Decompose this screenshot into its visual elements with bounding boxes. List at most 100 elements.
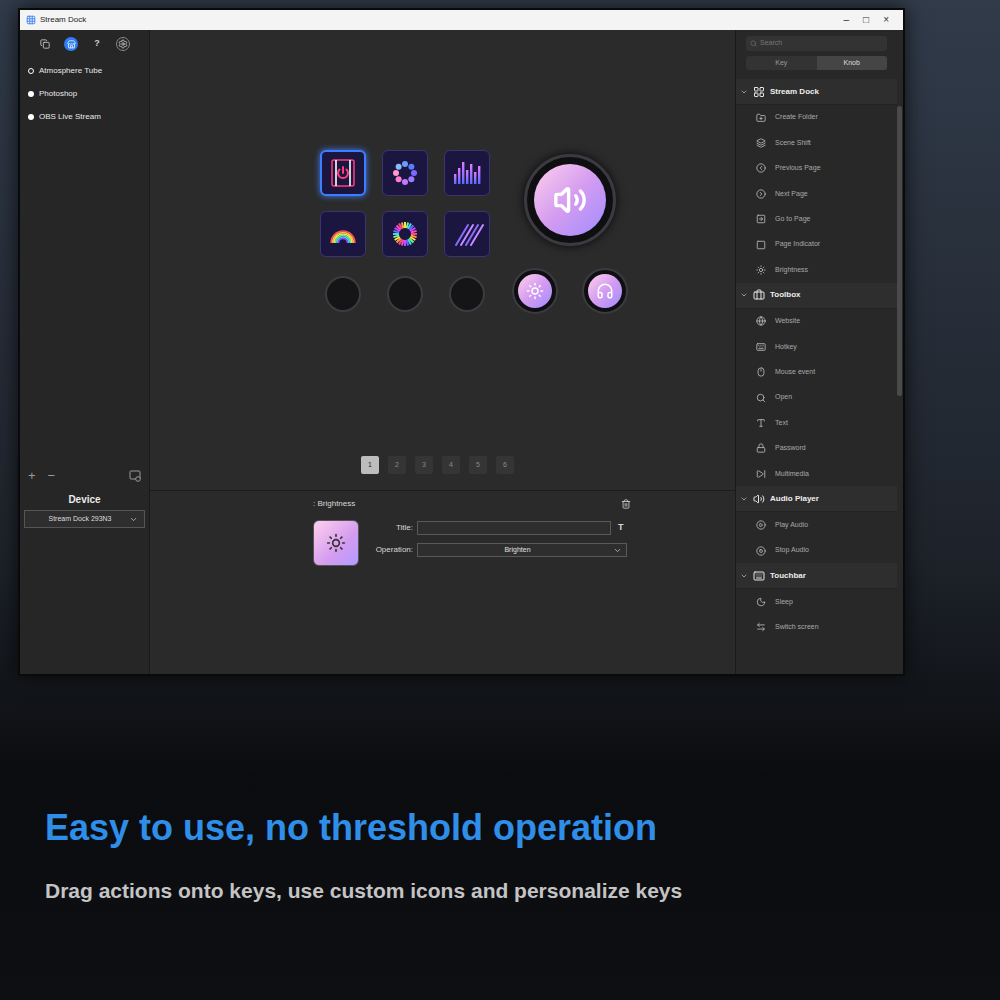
key[interactable]: [382, 150, 428, 196]
profile-sidebar: ? Atmosphere Tube Photoshop OBS Live Stream…: [20, 30, 150, 674]
scrollbar: [897, 30, 903, 674]
action-item[interactable]: Multimedia: [736, 461, 897, 486]
action-item[interactable]: Play Audio: [736, 512, 897, 537]
action-item[interactable]: Website: [736, 309, 897, 334]
toolbar-button[interactable]: ?: [90, 37, 104, 51]
page-button[interactable]: 5: [469, 456, 487, 474]
website-icon: [756, 316, 766, 326]
monitor: Stream Dock – □ ×? Atmosphere Tube Photoshop O…: [0, 0, 1000, 690]
page-button[interactable]: 2: [388, 456, 406, 474]
search-field[interactable]: Search: [746, 36, 887, 51]
action-item[interactable]: Scene Shift: [736, 130, 897, 155]
page-selector: 123456: [150, 456, 735, 490]
key[interactable]: [320, 150, 366, 196]
password-icon: [756, 443, 766, 453]
action-item[interactable]: Stop Audio: [736, 538, 897, 563]
device-settings-icon[interactable]: [129, 470, 141, 482]
headline: Easy to use, no threshold operation: [45, 805, 1000, 851]
device-select[interactable]: Stream Dock 293N3: [24, 510, 145, 528]
brightness-icon: [526, 282, 544, 300]
subline: Drag actions onto keys, use custom icons…: [45, 877, 1000, 905]
window-control[interactable]: □: [863, 15, 869, 25]
equalizer-icon: [450, 156, 484, 190]
page-button[interactable]: 4: [442, 456, 460, 474]
search-icon: [750, 40, 757, 47]
page-button[interactable]: 1: [361, 456, 379, 474]
knob[interactable]: [582, 268, 628, 314]
action-item[interactable]: Previous Page: [736, 156, 897, 181]
action-item[interactable]: Sleep: [736, 589, 897, 614]
action-groups: Stream DockCreate FolderScene ShiftPrevi…: [736, 79, 897, 640]
prev-icon: [756, 163, 766, 173]
knob[interactable]: [524, 154, 616, 246]
title-bar: Stream Dock – □ ×: [20, 10, 903, 30]
button-row: [320, 276, 490, 312]
trash-icon[interactable]: [621, 499, 631, 509]
app-window: Stream Dock – □ ×? Atmosphere Tube Photoshop O…: [18, 8, 905, 676]
action-item[interactable]: Open: [736, 385, 897, 410]
profile-action-button[interactable]: +: [28, 469, 36, 482]
chevron-down-icon: [740, 291, 748, 299]
chevron-down-icon: [129, 515, 138, 524]
group-icon: [753, 493, 765, 505]
action-item[interactable]: Switch screen: [736, 615, 897, 640]
action-tab[interactable]: Key: [746, 56, 817, 70]
group-header[interactable]: Audio Player: [736, 486, 897, 512]
window-title: Stream Dock: [40, 14, 86, 26]
action-item[interactable]: Password: [736, 436, 897, 461]
action-item[interactable]: Text: [736, 410, 897, 435]
profile-item[interactable]: Photoshop: [28, 87, 149, 100]
play-icon: [756, 520, 766, 530]
page-button[interactable]: 3: [415, 456, 433, 474]
key-grid: [320, 150, 490, 257]
streaks-icon: [450, 217, 484, 251]
profile-item[interactable]: OBS Live Stream: [28, 110, 149, 123]
group-header[interactable]: Toolbox: [736, 283, 897, 309]
round-button[interactable]: [449, 276, 485, 312]
properties-title: : Brightness: [313, 498, 355, 510]
action-item[interactable]: Brightness: [736, 257, 897, 282]
action-tab[interactable]: Knob: [817, 56, 888, 70]
scrollbar-thumb[interactable]: [897, 106, 902, 396]
action-item[interactable]: Page Indicator: [736, 232, 897, 257]
round-button[interactable]: [387, 276, 423, 312]
page-button[interactable]: 6: [496, 456, 514, 474]
group-header[interactable]: Touchbar: [736, 563, 897, 589]
key[interactable]: [320, 211, 366, 257]
sleep-icon: [756, 597, 766, 607]
hotkey-icon: [756, 342, 766, 352]
action-item[interactable]: Mouse event: [736, 360, 897, 385]
action-group: TouchbarSleepSwitch screen: [736, 563, 897, 640]
text-icon: [756, 418, 766, 428]
action-item[interactable]: Next Page: [736, 181, 897, 206]
key[interactable]: [444, 211, 490, 257]
window-control[interactable]: ×: [883, 15, 889, 25]
open-icon: [756, 393, 766, 403]
switch-icon: [756, 622, 766, 632]
action-item[interactable]: Create Folder: [736, 105, 897, 130]
stop-icon: [756, 546, 766, 556]
round-button[interactable]: [325, 276, 361, 312]
profile-item[interactable]: Atmosphere Tube: [28, 64, 149, 77]
key[interactable]: [382, 211, 428, 257]
operation-select[interactable]: Brighten: [417, 543, 627, 557]
toolbar-button[interactable]: [38, 37, 52, 51]
chevron-down-icon: [740, 495, 748, 503]
group-header[interactable]: Stream Dock: [736, 79, 897, 105]
text-style-button[interactable]: T: [618, 521, 624, 535]
icon-preview[interactable]: [313, 520, 359, 566]
profile-action-button[interactable]: −: [48, 469, 56, 482]
key[interactable]: [444, 150, 490, 196]
pages-icon: [40, 39, 50, 49]
action-item[interactable]: Go to Page: [736, 207, 897, 232]
layers-icon: [756, 138, 766, 148]
toolbar-button[interactable]: [116, 37, 130, 51]
action-item[interactable]: Hotkey: [736, 334, 897, 359]
settings-icon: [118, 39, 128, 49]
window-control[interactable]: –: [844, 15, 850, 25]
toolbar-button[interactable]: [64, 37, 78, 51]
action-group: Audio PlayerPlay AudioStop Audio: [736, 486, 897, 563]
device-label: Device: [20, 482, 149, 507]
title-input[interactable]: [417, 521, 611, 535]
knob[interactable]: [512, 268, 558, 314]
